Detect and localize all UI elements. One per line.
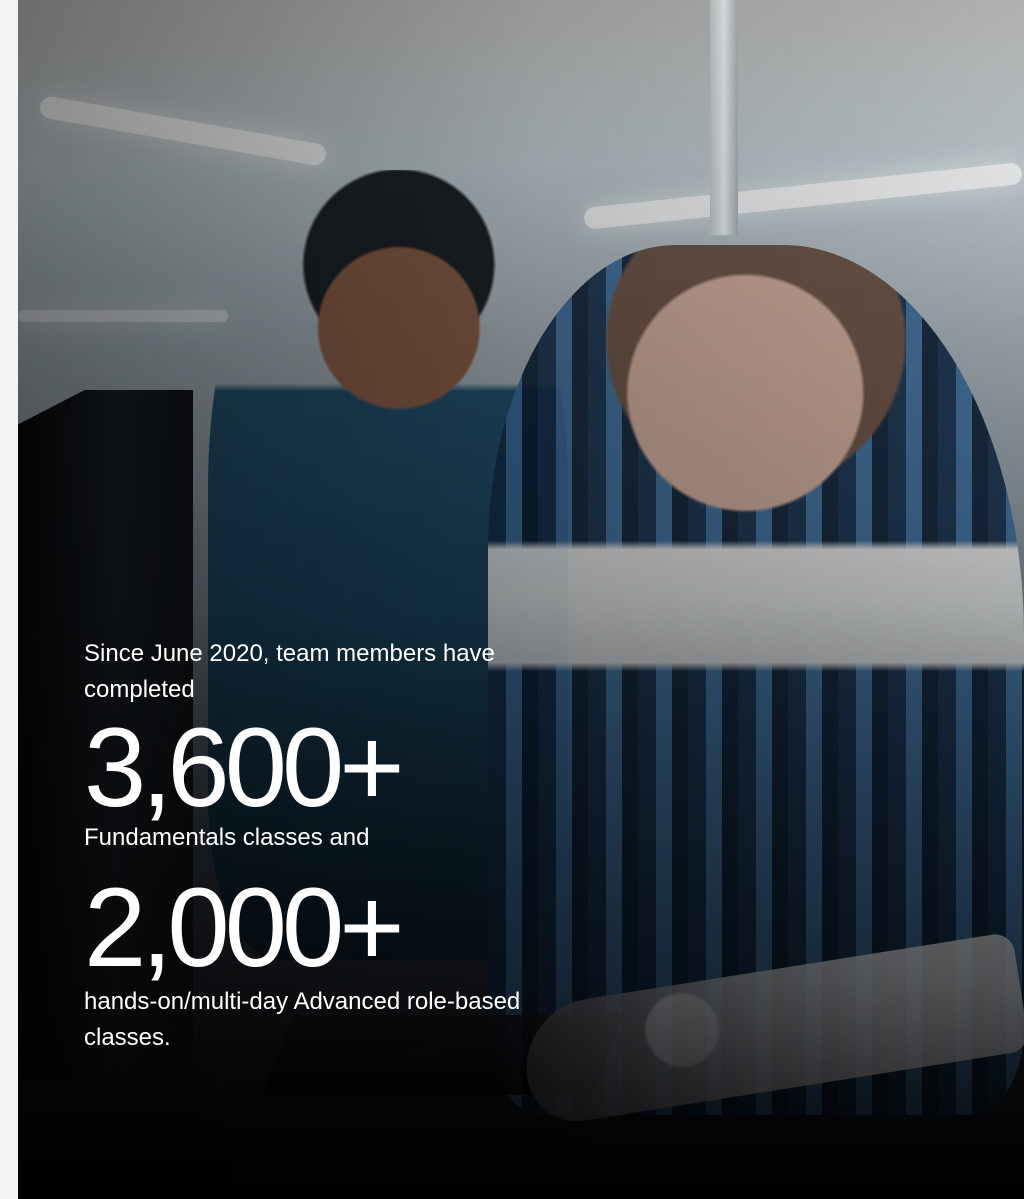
advanced-count: 2,000+ bbox=[84, 865, 405, 990]
hero-image: Since June 2020, team members have compl… bbox=[18, 0, 1024, 1199]
intro-text: Since June 2020, team members have compl… bbox=[84, 640, 495, 703]
fundamentals-label: Fundamentals classes and bbox=[84, 824, 370, 851]
training-stats: Since June 2020, team members have compl… bbox=[84, 636, 604, 1056]
fundamentals-count: 3,600+ bbox=[84, 705, 405, 830]
advanced-label: hands-on/multi-day Advanced role-based c… bbox=[84, 988, 521, 1051]
page: Since June 2020, team members have compl… bbox=[0, 0, 1024, 1199]
